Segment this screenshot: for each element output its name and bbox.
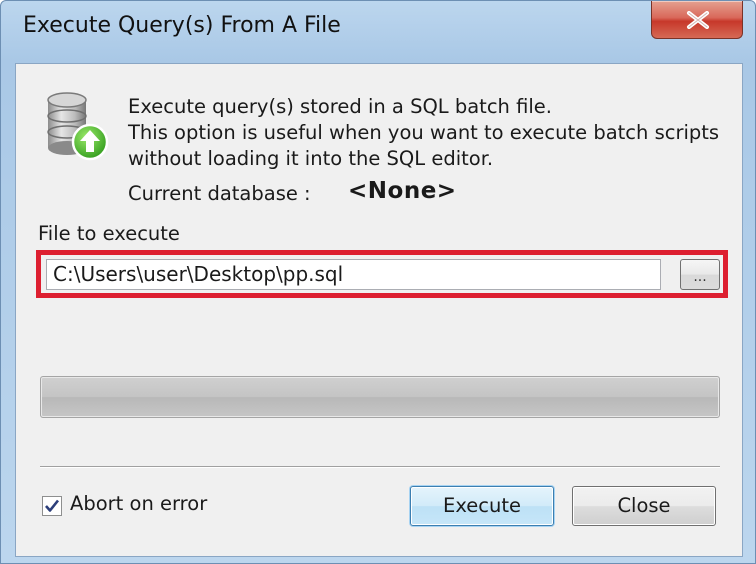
current-database-label: Current database : [128, 182, 311, 205]
browse-button[interactable]: ... [680, 259, 720, 290]
close-button[interactable]: Close [572, 486, 716, 526]
dialog-client-area: Execute query(s) stored in a SQL batch f… [15, 63, 743, 557]
abort-on-error-checkbox[interactable] [42, 496, 62, 516]
close-x-icon [687, 11, 709, 29]
description-line-1: Execute query(s) stored in a SQL batch f… [128, 95, 553, 118]
separator-line [40, 466, 720, 468]
file-path-input[interactable]: C:\Users\user\Desktop\pp.sql [46, 259, 661, 290]
description-text: Execute query(s) stored in a SQL batch f… [128, 94, 719, 172]
current-database-value: <None> [348, 178, 457, 204]
database-upload-icon [47, 92, 109, 161]
description-line-2: This option is useful when you want to e… [128, 121, 720, 144]
file-highlight-box: C:\Users\user\Desktop\pp.sql ... [36, 250, 728, 298]
window-close-button[interactable] [651, 1, 743, 39]
dialog-title: Execute Query(s) From A File [23, 13, 341, 38]
abort-on-error-label: Abort on error [70, 492, 208, 515]
file-to-execute-label: File to execute [38, 222, 180, 245]
execute-button[interactable]: Execute [410, 486, 554, 526]
execution-progress-bar [40, 376, 720, 418]
execute-query-dialog: Execute Query(s) From A File Execute que… [0, 0, 756, 564]
checkmark-icon [45, 499, 60, 512]
description-line-3: without loading it into the SQL editor. [128, 147, 494, 170]
